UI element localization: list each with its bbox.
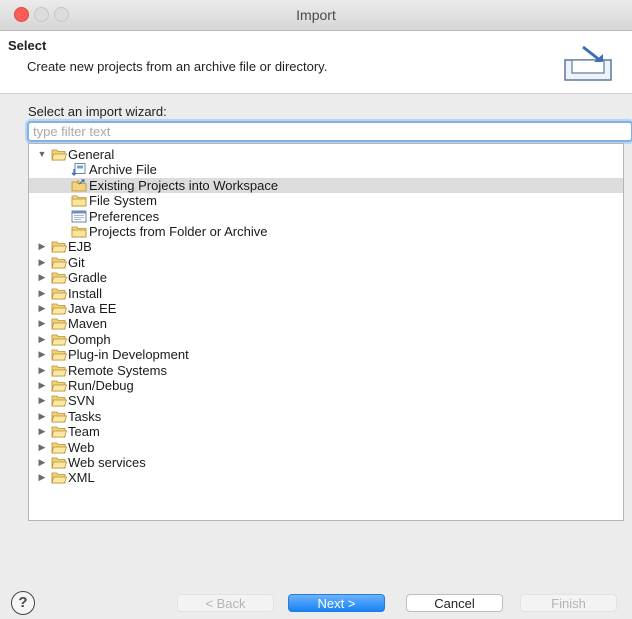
- tree-item[interactable]: ▶ Remote Systems: [29, 363, 623, 378]
- folder-open-icon: [51, 364, 68, 377]
- wizard-select-label: Select an import wizard:: [28, 104, 167, 119]
- window-title: Import: [296, 7, 336, 23]
- tree-item-label: File System: [89, 193, 157, 209]
- tree-item[interactable]: ▶ Web services: [29, 455, 623, 470]
- tree-item-label: Archive File: [89, 162, 157, 178]
- tree-item-label: SVN: [68, 393, 95, 409]
- existing-projects-icon: [71, 179, 87, 192]
- tree-item[interactable]: Projects from Folder or Archive: [29, 224, 623, 239]
- expand-arrow-right-icon[interactable]: ▶: [37, 301, 47, 316]
- folder-open-icon: [51, 302, 68, 315]
- expand-arrow-right-icon[interactable]: ▶: [37, 440, 47, 455]
- expand-arrow-right-icon[interactable]: ▶: [37, 455, 47, 470]
- tree-item[interactable]: ▶ EJB: [29, 239, 623, 254]
- preferences-icon: [71, 210, 87, 223]
- expand-arrow-down-icon[interactable]: ▼: [37, 147, 47, 162]
- back-button[interactable]: < Back: [177, 594, 274, 612]
- expand-arrow-right-icon[interactable]: ▶: [37, 393, 47, 408]
- tree-item-label: Maven: [68, 316, 108, 332]
- tree-item-label: Plug-in Development: [68, 347, 189, 363]
- tree-item[interactable]: ▶ Tasks: [29, 409, 623, 424]
- page-description: Create new projects from an archive file…: [27, 59, 328, 74]
- tree-item-label: Tasks: [68, 408, 102, 424]
- tree-item-label: Git: [68, 254, 85, 270]
- tree-item[interactable]: ▶ Team: [29, 424, 623, 439]
- help-button[interactable]: ?: [11, 591, 35, 615]
- expand-arrow-right-icon[interactable]: ▶: [37, 286, 47, 301]
- tree-item[interactable]: ▶ XML: [29, 470, 623, 485]
- archive-file-icon: [71, 163, 87, 177]
- expand-arrow-right-icon[interactable]: ▶: [37, 363, 47, 378]
- tree-item[interactable]: ▶ Java EE: [29, 301, 623, 316]
- tree-item[interactable]: ▶ Web: [29, 440, 623, 455]
- tree-item-label: Projects from Folder or Archive: [89, 224, 268, 239]
- folder-icon: [71, 194, 87, 207]
- folder-open-icon: [51, 287, 68, 300]
- tree-item-label: EJB: [68, 239, 92, 255]
- tree-item[interactable]: ▶ Oomph: [29, 332, 623, 347]
- tree-item-label: Run/Debug: [68, 378, 134, 393]
- page-title: Select: [8, 38, 47, 53]
- folder-open-icon: [51, 410, 68, 423]
- folder-open-icon: [51, 317, 68, 330]
- tree-item-label: Web services: [68, 455, 146, 470]
- expand-arrow-right-icon[interactable]: ▶: [37, 332, 47, 347]
- expand-arrow-right-icon[interactable]: ▶: [37, 424, 47, 439]
- wizard-tree[interactable]: ▼ General Archive File Existing Projects in…: [28, 143, 624, 521]
- cancel-button[interactable]: Cancel: [406, 594, 503, 612]
- folder-open-icon: [51, 271, 68, 284]
- expand-arrow-right-icon[interactable]: ▶: [37, 270, 47, 285]
- filter-input[interactable]: [27, 121, 632, 142]
- wizard-header: Select Create new projects from an archi…: [0, 31, 632, 94]
- folder-open-icon: [51, 456, 68, 469]
- tree-item[interactable]: Archive File: [29, 162, 623, 177]
- expand-arrow-right-icon[interactable]: ▶: [37, 347, 47, 362]
- folder-open-icon: [51, 240, 68, 253]
- tree-item[interactable]: ▶ SVN: [29, 393, 623, 408]
- tree-item-label: Team: [68, 424, 100, 440]
- tree-item-label: XML: [68, 470, 95, 486]
- tree-item-label: Preferences: [89, 208, 160, 224]
- folder-open-icon: [51, 394, 68, 407]
- folder-open-icon: [51, 441, 68, 454]
- tree-item[interactable]: ▶ Run/Debug: [29, 378, 623, 393]
- folder-open-icon: [51, 379, 68, 392]
- tree-item[interactable]: ▶ Plug-in Development: [29, 347, 623, 362]
- tree-item[interactable]: Preferences: [29, 209, 623, 224]
- tree-item-label: Remote Systems: [68, 362, 167, 378]
- next-button[interactable]: Next >: [288, 594, 385, 612]
- tree-item-label: Java EE: [68, 301, 117, 316]
- folder-open-icon: [51, 471, 68, 484]
- tree-item-label: Install: [68, 285, 102, 301]
- tree-item-label: Oomph: [68, 331, 111, 347]
- tree-item[interactable]: Existing Projects into Workspace: [29, 177, 623, 193]
- tree-item-label: Gradle: [68, 270, 108, 286]
- folder-open-icon: [51, 348, 68, 361]
- tree-item-label: General: [68, 147, 115, 162]
- finish-button[interactable]: Finish: [520, 594, 617, 612]
- tree-item[interactable]: ▶ Install: [29, 286, 623, 301]
- folder-icon: [71, 225, 87, 238]
- tree-item-label: Existing Projects into Workspace: [89, 177, 279, 193]
- folder-open-icon: [51, 256, 68, 269]
- tree-item[interactable]: File System: [29, 193, 623, 208]
- tree-item[interactable]: ▼ General: [29, 147, 623, 162]
- expand-arrow-right-icon[interactable]: ▶: [37, 409, 47, 424]
- tree-item[interactable]: ▶ Git: [29, 255, 623, 270]
- expand-arrow-right-icon[interactable]: ▶: [37, 255, 47, 270]
- folder-open-icon: [51, 333, 68, 346]
- expand-arrow-right-icon[interactable]: ▶: [37, 316, 47, 331]
- import-wizard-icon: [564, 45, 612, 81]
- folder-open-icon: [51, 425, 68, 438]
- tree-item[interactable]: ▶ Gradle: [29, 270, 623, 285]
- footer: ? < Back Next > Cancel Finish: [0, 582, 632, 619]
- folder-open-icon: [51, 148, 68, 161]
- title-bar: Import: [0, 0, 632, 31]
- expand-arrow-right-icon[interactable]: ▶: [37, 378, 47, 393]
- expand-arrow-right-icon[interactable]: ▶: [37, 239, 47, 254]
- expand-arrow-right-icon[interactable]: ▶: [37, 470, 47, 485]
- tree-item-label: Web: [68, 439, 95, 455]
- tree-item[interactable]: ▶ Maven: [29, 316, 623, 331]
